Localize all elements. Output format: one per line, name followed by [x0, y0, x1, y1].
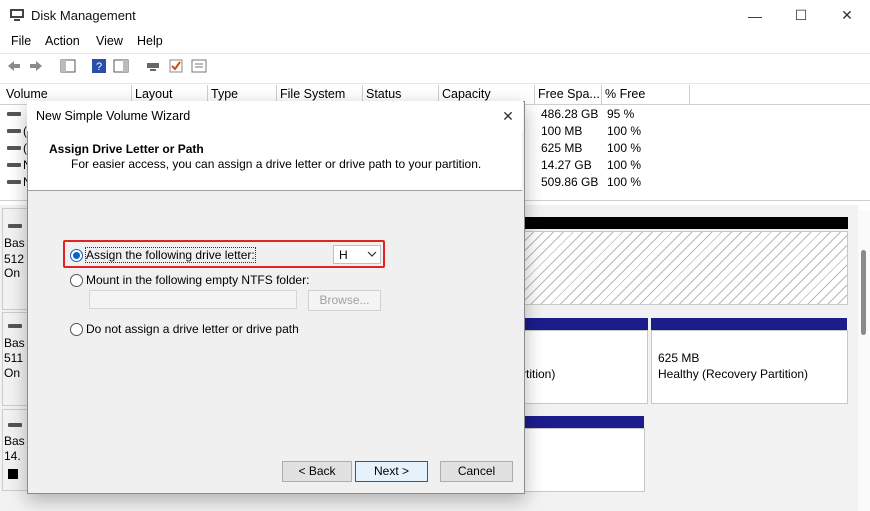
minimize-button[interactable]: —	[732, 0, 778, 31]
dialog-title: New Simple Volume Wizard	[36, 109, 191, 123]
column-header-percent-free[interactable]: % Free	[602, 85, 690, 104]
assign-letter-label[interactable]: Assign the following drive letter:	[85, 247, 256, 263]
connect-icon[interactable]	[145, 58, 161, 74]
dialog-close-button[interactable]: ✕	[498, 106, 518, 126]
recovery-partition-size: 625 MB	[658, 351, 700, 365]
disk-0-type: Bas	[4, 236, 28, 250]
menu-action[interactable]: Action	[45, 34, 80, 48]
window-title: Disk Management	[31, 8, 136, 23]
table-cell-percent-free: 100 %	[607, 141, 642, 155]
disk-icon	[8, 423, 22, 427]
mount-folder-radio[interactable]	[70, 274, 83, 287]
chevron-down-icon	[367, 251, 377, 257]
properties-icon[interactable]	[191, 58, 207, 74]
disk-icon	[8, 324, 22, 328]
drive-letter-select[interactable]: H	[333, 245, 381, 264]
disk-0-status: On	[4, 266, 28, 280]
folder-path-input[interactable]	[89, 290, 297, 309]
table-cell-free-space: 100 MB	[541, 124, 583, 138]
table-cell-percent-free: 100 %	[607, 175, 642, 189]
table-cell-percent-free: 100 %	[607, 158, 642, 172]
column-header-free-space[interactable]: Free Spa...	[535, 85, 602, 104]
assign-letter-radio[interactable]	[70, 249, 83, 262]
mount-folder-label[interactable]: Mount in the following empty NTFS folder…	[86, 273, 309, 287]
close-button[interactable]: ✕	[824, 0, 870, 31]
disk-1-status: On	[4, 366, 28, 380]
disk-2-type: Bas	[4, 434, 28, 448]
next-button[interactable]: Next >	[355, 461, 428, 482]
menu-help[interactable]: Help	[137, 34, 163, 48]
back-arrow-icon[interactable]	[6, 58, 22, 74]
drive-icon	[7, 112, 21, 116]
unallocated-partition[interactable]	[522, 231, 848, 305]
table-cell-free-space: 509.86 GB	[541, 175, 599, 189]
partition-box[interactable]	[522, 428, 645, 492]
unallocated-bar	[522, 217, 848, 229]
no-letter-radio[interactable]	[70, 323, 83, 336]
recovery-partition-status: Healthy (Recovery Partition)	[658, 367, 809, 381]
drive-letter-value: H	[339, 248, 348, 262]
menu-file[interactable]: File	[11, 34, 31, 48]
drive-icon	[7, 146, 21, 150]
check-icon[interactable]	[168, 58, 184, 74]
disk-1-type: Bas	[4, 336, 28, 350]
back-button[interactable]: < Back	[282, 461, 352, 482]
disk-0-size: 512	[4, 252, 28, 266]
menu-view[interactable]: View	[96, 34, 123, 48]
console-tree-icon[interactable]	[60, 58, 76, 74]
table-cell-free-space: 486.28 GB	[541, 107, 599, 121]
disk-management-icon	[10, 9, 24, 21]
menu-bar	[0, 31, 870, 52]
disk-icon	[8, 224, 22, 228]
action-pane-icon[interactable]	[113, 58, 129, 74]
table-cell-free-space: 625 MB	[541, 141, 583, 155]
cancel-button[interactable]: Cancel	[440, 461, 513, 482]
table-cell-free-space: 14.27 GB	[541, 158, 592, 172]
svg-text:?: ?	[96, 61, 102, 73]
scrollbar-thumb[interactable]	[861, 250, 866, 335]
recovery-partition-bar	[651, 318, 847, 330]
drive-icon	[7, 163, 21, 167]
dialog-heading: Assign Drive Letter or Path	[49, 142, 204, 156]
table-cell-percent-free: 95 %	[607, 107, 635, 121]
partition-bar	[522, 416, 644, 428]
drive-icon	[7, 129, 21, 133]
dialog-footer-divider	[28, 444, 522, 445]
help-icon[interactable]: ?	[91, 58, 107, 74]
disk-1-size: 511	[4, 351, 28, 365]
table-cell-percent-free: 100 %	[607, 124, 642, 138]
forward-arrow-icon[interactable]	[28, 58, 44, 74]
toolbar	[0, 53, 870, 84]
no-letter-label[interactable]: Do not assign a drive letter or drive pa…	[86, 322, 299, 336]
maximize-button[interactable]: ☐	[778, 0, 824, 31]
dialog-subheading: For easier access, you can assign a driv…	[71, 157, 482, 171]
disk-2-size: 14.	[4, 449, 28, 463]
drive-icon	[7, 180, 21, 184]
legend-unallocated-swatch	[8, 469, 18, 479]
partition-label: rtition)	[522, 367, 556, 381]
partition-bar	[522, 318, 648, 330]
browse-button[interactable]: Browse...	[308, 290, 381, 311]
